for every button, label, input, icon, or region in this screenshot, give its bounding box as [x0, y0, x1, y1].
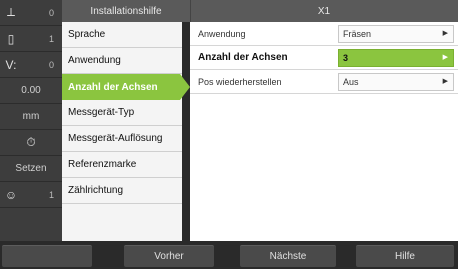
- softkey-bar: Vorher Nächste Hilfe: [0, 243, 458, 269]
- menu-item-language[interactable]: Sprache: [62, 22, 182, 48]
- setting-value-restore-pos: Aus: [343, 77, 359, 87]
- tool-icon: ▯: [7, 31, 15, 46]
- dropdown-arrow-icon: ▶: [442, 54, 448, 61]
- setting-label-application: Anwendung: [198, 29, 246, 39]
- axis-icon: ⟂: [6, 5, 15, 19]
- status-feed-value: 0: [48, 59, 54, 70]
- softkey-1[interactable]: [2, 245, 92, 267]
- setting-select-restore-pos[interactable]: Aus ▶: [338, 73, 454, 91]
- menu-item-encoder-resolution[interactable]: Messgerät-Auflösung: [62, 126, 182, 152]
- setting-label-restore-pos: Pos wiederherstellen: [198, 77, 282, 87]
- settings-panel: Anwendung Fräsen ▶ Anzahl der Achsen 3 ▶…: [190, 22, 458, 241]
- status-user-value: 1: [48, 189, 54, 200]
- status-set-label: Setzen: [15, 163, 47, 174]
- menu-item-axis-count[interactable]: Anzahl der Achsen: [62, 74, 190, 100]
- next-button[interactable]: Nächste: [240, 245, 336, 267]
- setting-row-axis-count: Anzahl der Achsen 3 ▶: [190, 46, 458, 70]
- setting-label-axis-count: Anzahl der Achsen: [198, 52, 288, 63]
- status-speed-value: 0.00: [21, 85, 41, 96]
- setting-value-axis-count: 3: [343, 53, 349, 63]
- header-left-title: Installationshilfe: [62, 0, 191, 22]
- menu-item-count-direction[interactable]: Zählrichtung: [62, 178, 182, 204]
- setting-select-application[interactable]: Fräsen ▶: [338, 25, 454, 43]
- status-row-tool: ▯ 1: [0, 26, 62, 52]
- menu-item-application[interactable]: Anwendung: [62, 48, 182, 74]
- header-bar: Installationshilfe X1: [62, 0, 458, 22]
- status-row-unit: mm: [0, 104, 62, 130]
- menu-item-reference-mark[interactable]: Referenzmarke: [62, 152, 182, 178]
- dropdown-arrow-icon: ▶: [442, 30, 448, 37]
- setting-row-application: Anwendung Fräsen ▶: [190, 22, 458, 46]
- status-tool-value: 1: [48, 33, 54, 44]
- status-axis-value: 0: [48, 7, 54, 18]
- setting-value-application: Fräsen: [343, 29, 372, 39]
- timer-icon: ⏱: [26, 135, 36, 149]
- help-button[interactable]: Hilfe: [356, 245, 454, 267]
- previous-button[interactable]: Vorher: [124, 245, 214, 267]
- setting-row-restore-pos: Pos wiederherstellen Aus ▶: [190, 70, 458, 94]
- dropdown-arrow-icon: ▶: [442, 78, 448, 85]
- status-row-set[interactable]: Setzen: [0, 156, 62, 182]
- setup-menu: Sprache Anwendung Anzahl der Achsen Mess…: [62, 22, 190, 241]
- header-right-title: X1: [317, 5, 331, 17]
- status-row-feed: V: 0: [0, 52, 62, 78]
- user-icon: ☺: [4, 187, 18, 202]
- status-row-axis: ⟂ 0: [0, 0, 62, 26]
- feed-icon: V:: [5, 57, 17, 72]
- status-unit-value: mm: [22, 111, 40, 122]
- screen-frame: ⟂ 0 ▯ 1 V: 0 0.00 mm ⏱ Setzen ☺ 1 Instal…: [0, 0, 458, 269]
- status-row-user: ☺ 1: [0, 182, 62, 208]
- setting-select-axis-count[interactable]: 3 ▶: [338, 49, 454, 67]
- status-row-timer: ⏱: [0, 130, 62, 156]
- status-column: ⟂ 0 ▯ 1 V: 0 0.00 mm ⏱ Setzen ☺ 1: [0, 0, 62, 241]
- status-row-speed: 0.00: [0, 78, 62, 104]
- menu-item-encoder-type[interactable]: Messgerät-Typ: [62, 100, 182, 126]
